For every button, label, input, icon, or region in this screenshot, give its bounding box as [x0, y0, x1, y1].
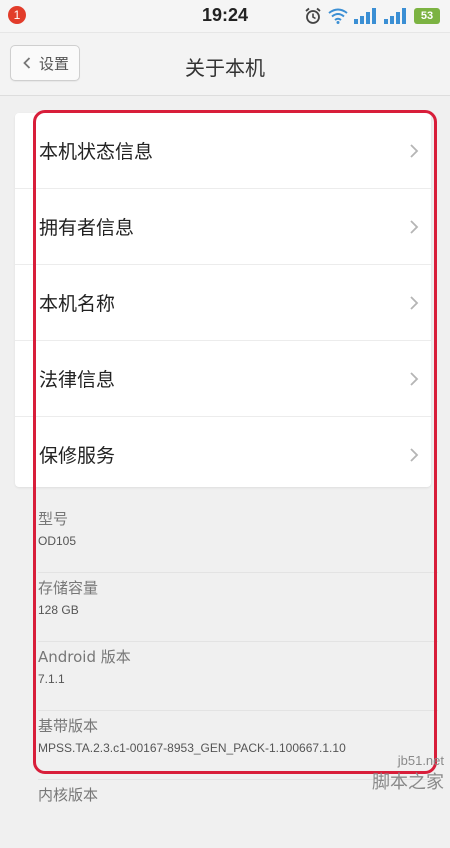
- title-bar: 设置 关于本机: [0, 33, 450, 96]
- page-title: 关于本机: [185, 56, 265, 80]
- signal-icon-2: [384, 8, 406, 24]
- signal-icon-1: [354, 8, 376, 24]
- alarm-icon: [305, 7, 321, 24]
- watermark-url: jb51.net: [397, 753, 444, 768]
- status-bar: 1 19:24 53: [0, 0, 450, 33]
- status-icons: 53: [304, 6, 440, 26]
- battery-indicator: 53: [414, 8, 440, 24]
- highlight-annotation: [33, 110, 437, 774]
- watermark: jb51.net 脚本之家: [372, 753, 444, 794]
- info-label: 内核版本: [38, 786, 99, 804]
- watermark-brand: 脚本之家: [372, 772, 444, 793]
- wifi-icon: [328, 8, 348, 24]
